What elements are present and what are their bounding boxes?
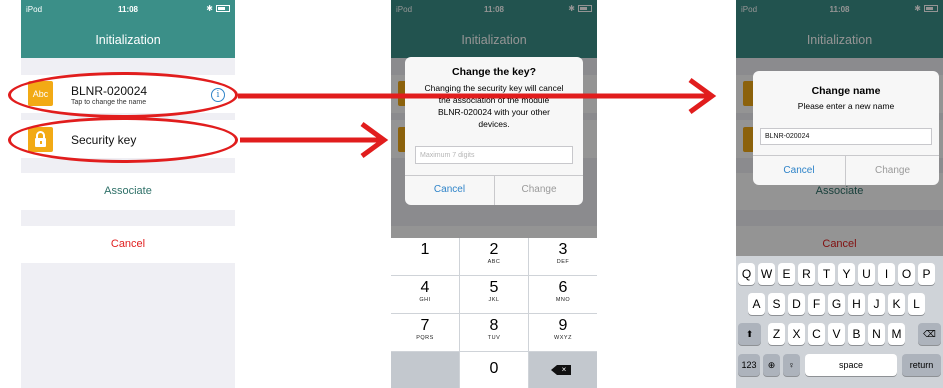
change-key-screen: iPod 11:08 ✱ Initialization Cancel Chang… [391, 0, 597, 388]
key-h[interactable]: H [848, 293, 865, 315]
key-z[interactable]: Z [768, 323, 785, 345]
numpad-key-3[interactable]: 3 DEF [529, 238, 597, 275]
initialization-screen: iPod 11:08 ✱ Initialization Abc BLNR-020… [21, 0, 235, 388]
key-j[interactable]: J [868, 293, 885, 315]
key-y[interactable]: Y [838, 263, 855, 285]
change-name-alert: Change name Please enter a new name BLNR… [753, 71, 939, 185]
change-key-alert: Change the key? Changing the security ke… [405, 57, 583, 205]
associate-button[interactable]: Associate [21, 173, 235, 210]
key-x[interactable]: X [788, 323, 805, 345]
key-a[interactable]: A [748, 293, 765, 315]
qwerty-keyboard: Q W E R T Y U I O P A S D F G H J K L ⬆ … [736, 256, 943, 388]
key-n[interactable]: N [868, 323, 885, 345]
key-s[interactable]: S [768, 293, 785, 315]
key-d[interactable]: D [788, 293, 805, 315]
numpad-key-6[interactable]: 6 MNO [529, 276, 597, 313]
alert-title: Change name [811, 85, 881, 97]
key-f[interactable]: F [808, 293, 825, 315]
key-i[interactable]: I [878, 263, 895, 285]
bluetooth-icon: ✱ [206, 4, 213, 13]
numpad-key-8[interactable]: 8 TUV [460, 314, 528, 351]
key-q[interactable]: Q [738, 263, 755, 285]
numpad-key-4[interactable]: 4 GHI [391, 276, 459, 313]
key-w[interactable]: W [758, 263, 775, 285]
microphone-icon: ♀ [788, 360, 795, 370]
backspace-icon: ⌫ [923, 329, 936, 339]
key-b[interactable]: B [848, 323, 865, 345]
highlight-ring-device-name [8, 72, 238, 118]
numpad-key-2[interactable]: 2 ABC [460, 238, 528, 275]
alert-title: Change the key? [451, 66, 537, 78]
numpad-key-1[interactable]: 1 [391, 238, 459, 275]
globe-icon: ⊕ [767, 360, 776, 370]
cancel-label: Cancel [110, 238, 146, 250]
security-key-input[interactable]: Maximum 7 digits [415, 146, 573, 164]
numpad-key-0[interactable]: 0 [460, 352, 528, 388]
key-u[interactable]: U [858, 263, 875, 285]
device-name-input[interactable]: BLNR-020024 [760, 128, 932, 145]
arrow-to-change-key [240, 121, 389, 159]
numpad-blank-key [391, 352, 459, 388]
shift-key[interactable]: ⬆ [738, 323, 761, 345]
shift-icon: ⬆ [745, 329, 754, 339]
numpad-key-7[interactable]: 7 PQRS [391, 314, 459, 351]
change-name-screen: iPod 11:08 ✱ Initialization Associate Ca… [736, 0, 943, 388]
numeric-keypad: 1 2 ABC 3 DEF 4 GHI 5 JKL 6 MNO 7 PQRS 8 TUV 9W… [391, 238, 597, 388]
alert-message: Changing the security key will cancel th… [424, 83, 564, 129]
nav-title: Initialization [21, 20, 235, 58]
alert-message: Please enter a new name [797, 101, 895, 111]
key-p[interactable]: P [918, 263, 935, 285]
associate-label: Associate [104, 185, 152, 197]
numbers-key[interactable]: 123 [738, 354, 760, 376]
status-bar: iPod 11:08 ✱ [21, 0, 235, 20]
highlight-ring-security-key [8, 117, 238, 163]
numpad-key-9[interactable]: 9 WXYZ [529, 314, 597, 351]
key-o[interactable]: O [898, 263, 915, 285]
space-key[interactable]: space [805, 354, 897, 376]
alert-change-button[interactable]: Change [495, 184, 583, 195]
key-t[interactable]: T [818, 263, 835, 285]
alert-change-button[interactable]: Change [846, 165, 939, 176]
numpad-key-5[interactable]: 5 JKL [460, 276, 528, 313]
delete-key[interactable]: × [529, 352, 597, 388]
backspace-key[interactable]: ⌫ [918, 323, 941, 345]
return-key[interactable]: return [902, 354, 941, 376]
key-e[interactable]: E [778, 263, 795, 285]
status-time: 11:08 [117, 5, 139, 14]
key-c[interactable]: C [808, 323, 825, 345]
dictation-key[interactable]: ♀ [783, 354, 800, 376]
key-k[interactable]: K [888, 293, 905, 315]
key-r[interactable]: R [798, 263, 815, 285]
globe-key[interactable]: ⊕ [763, 354, 780, 376]
key-g[interactable]: G [828, 293, 845, 315]
key-v[interactable]: V [828, 323, 845, 345]
key-l[interactable]: L [908, 293, 925, 315]
alert-cancel-button[interactable]: Cancel [405, 184, 494, 195]
key-m[interactable]: M [888, 323, 905, 345]
battery-icon [216, 5, 230, 12]
alert-cancel-button[interactable]: Cancel [753, 165, 845, 176]
backspace-icon: × [551, 365, 571, 375]
cancel-button[interactable]: Cancel [21, 226, 235, 263]
